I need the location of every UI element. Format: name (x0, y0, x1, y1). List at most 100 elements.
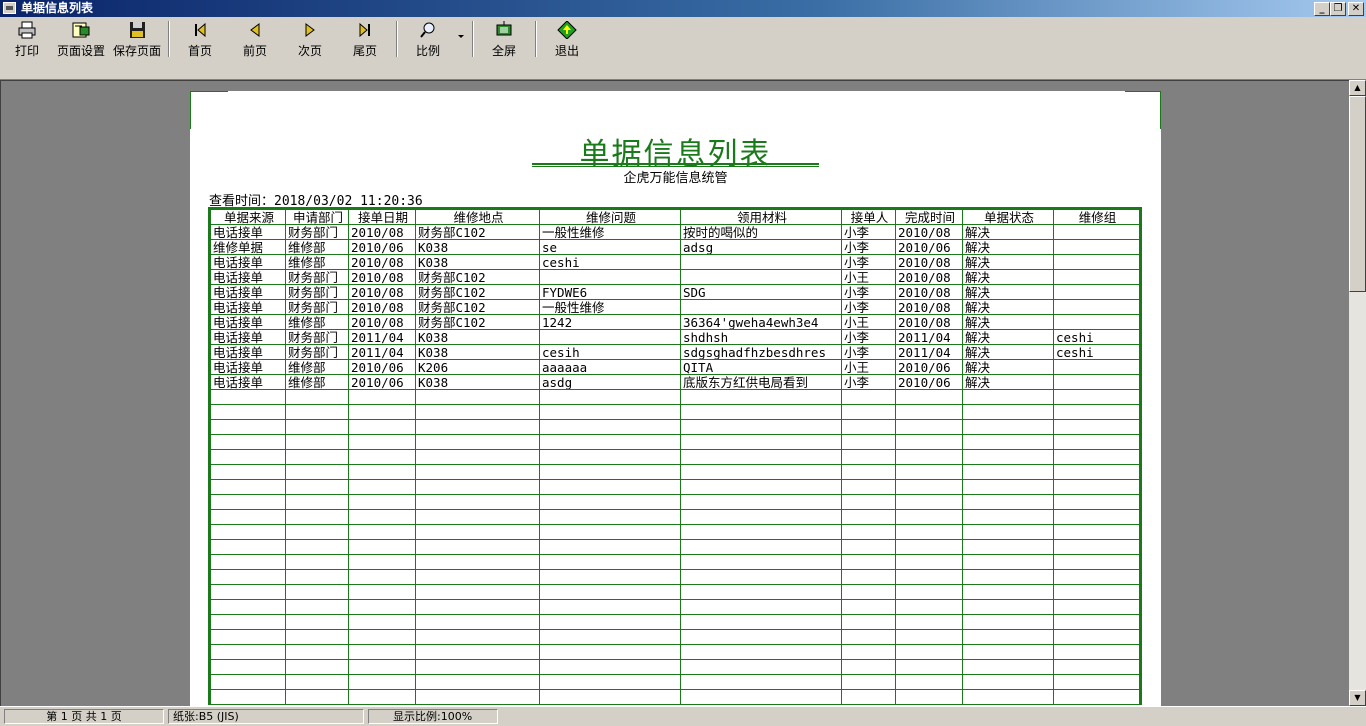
close-button[interactable]: ✕ (1348, 2, 1364, 16)
table-cell: 一般性维修 (539, 224, 681, 240)
empty-row (210, 419, 1140, 435)
status-paper: 纸张:B5 (JIS) (168, 709, 364, 724)
first-page-button[interactable]: 首页 (186, 21, 214, 61)
empty-row (210, 659, 1140, 675)
zoom-dropdown-button[interactable] (455, 31, 467, 71)
table-cell (415, 644, 540, 660)
table-cell (285, 389, 349, 405)
table-cell: 2010/08 (348, 284, 416, 300)
table-cell (895, 689, 963, 705)
restore-button[interactable]: ❐ (1330, 2, 1346, 16)
scroll-up-button[interactable]: ▲ (1349, 80, 1366, 96)
table-cell (415, 434, 540, 450)
table-cell (210, 389, 286, 405)
table-cell: 2010/08 (895, 224, 963, 240)
minimize-button[interactable]: _ (1314, 2, 1330, 16)
fullscreen-icon (494, 21, 514, 39)
table-cell (415, 509, 540, 525)
table-cell (680, 644, 842, 660)
table-cell: 维修部 (285, 359, 349, 375)
table-cell (210, 509, 286, 525)
table-cell (348, 629, 416, 645)
table-cell (680, 524, 842, 540)
table-cell (680, 614, 842, 630)
header-row: 单据来源 申请部门 接单日期 维修地点 维修问题 领用材料 接单人 完成时间 单据状态 维修组 (210, 209, 1140, 225)
table-cell: 财务部C102 (415, 314, 540, 330)
table-cell (348, 434, 416, 450)
table-cell: 2010/06 (348, 239, 416, 255)
save-page-button[interactable]: 保存页面 (112, 21, 162, 61)
report-page: 单据信息列表 企虎万能信息统管 查看时间：2018/03/02 11:20:36… (190, 91, 1161, 706)
table-cell (962, 389, 1054, 405)
table-cell (1053, 254, 1140, 270)
table-cell (539, 329, 681, 345)
table-cell: K038 (415, 344, 540, 360)
table-cell (680, 449, 842, 465)
table-cell (680, 554, 842, 570)
table-cell: K038 (415, 239, 540, 255)
table-cell (285, 509, 349, 525)
table-cell (680, 689, 842, 705)
table-cell (1053, 359, 1140, 375)
table-cell: FYDWE6 (539, 284, 681, 300)
fullscreen-button[interactable]: 全屏 (490, 21, 518, 61)
table-cell (680, 254, 842, 270)
table-cell (962, 554, 1054, 570)
table-cell (680, 599, 842, 615)
last-page-icon (355, 21, 375, 39)
magnifier-icon (418, 21, 438, 39)
table-cell (539, 599, 681, 615)
table-cell (348, 599, 416, 615)
table-cell (895, 419, 963, 435)
table-cell (210, 599, 286, 615)
table-cell (415, 464, 540, 480)
last-page-button[interactable]: 尾页 (351, 21, 379, 61)
scroll-thumb[interactable] (1349, 96, 1366, 292)
table-cell (285, 449, 349, 465)
exit-button[interactable]: 退出 (553, 20, 581, 61)
table-cell (210, 404, 286, 420)
table-cell: 财务部C102 (415, 284, 540, 300)
table-cell (285, 659, 349, 675)
print-button[interactable]: 打印 (12, 21, 42, 61)
vertical-scrollbar[interactable]: ▲ ▼ (1349, 80, 1366, 706)
table-cell (680, 509, 842, 525)
table-cell (1053, 539, 1140, 555)
table-cell (1053, 614, 1140, 630)
table-cell (1053, 674, 1140, 690)
table-cell (210, 569, 286, 585)
table-cell (841, 419, 896, 435)
table-cell (962, 509, 1054, 525)
table-cell: 2010/08 (895, 314, 963, 330)
exit-label: 退出 (554, 44, 579, 58)
table-cell (1053, 659, 1140, 675)
prev-page-button[interactable]: 前页 (241, 21, 269, 61)
toolbar-separator (396, 21, 398, 57)
column-header: 维修问题 (539, 209, 681, 225)
next-page-icon (300, 21, 320, 39)
table-cell (962, 629, 1054, 645)
table-cell (1053, 644, 1140, 660)
next-page-button[interactable]: 次页 (296, 21, 324, 61)
table-cell: 2010/08 (348, 254, 416, 270)
column-header: 完成时间 (895, 209, 963, 225)
table-cell (962, 659, 1054, 675)
table-cell (680, 419, 842, 435)
zoom-button[interactable]: 比例 (414, 21, 442, 61)
empty-row (210, 524, 1140, 540)
table-cell: 电话接单 (210, 284, 286, 300)
table-cell: 2010/06 (895, 359, 963, 375)
table-cell: 财务部门 (285, 269, 349, 285)
table-cell: 小李 (841, 329, 896, 345)
table-row: 电话接单 财务部门 2011/04 K038 shdhsh 小李 2011/04 解决 cesh… (210, 329, 1140, 345)
table-cell: 解决 (962, 344, 1054, 360)
table-cell (210, 644, 286, 660)
preview-area[interactable]: 单据信息列表 企虎万能信息统管 查看时间：2018/03/02 11:20:36… (0, 80, 1349, 706)
table-cell (962, 419, 1054, 435)
table-cell: 财务部门 (285, 299, 349, 315)
page-setup-button[interactable]: 页面设置 (56, 21, 106, 61)
table-cell (539, 569, 681, 585)
table-cell (415, 419, 540, 435)
table-cell (841, 434, 896, 450)
scroll-down-button[interactable]: ▼ (1349, 690, 1366, 706)
